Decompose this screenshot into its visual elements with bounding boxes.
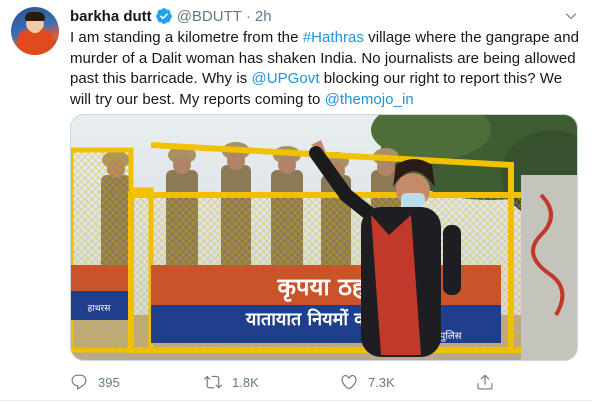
sign-line1-text: कृपया ठहर [276, 273, 375, 302]
retweet-button[interactable]: 1.8K [204, 373, 259, 391]
reply-count: 395 [98, 374, 120, 390]
tweet-text: I am standing a kilometre from the #Hath… [70, 28, 586, 110]
verified-badge-icon [155, 8, 172, 24]
tweet-photo[interactable]: कृपया ठहर यातायात नियमों का पाल आज्ञा से… [70, 114, 578, 361]
share-icon [477, 374, 493, 390]
tweet-timestamp[interactable]: 2h [255, 8, 272, 25]
author-handle[interactable]: @BDUTT [177, 8, 242, 25]
reply-icon [71, 374, 87, 390]
like-count: 7.3K [368, 374, 395, 390]
header-separator: · [245, 7, 251, 25]
reply-button[interactable]: 395 [70, 373, 120, 391]
retweet-icon [204, 375, 222, 389]
avatar-hair [25, 12, 45, 21]
mention-themojo-link[interactable]: @themojo_in [325, 91, 414, 108]
barricade-photo: कृपया ठहर यातायात नियमों का पाल आज्ञा से… [71, 115, 577, 360]
tweet-divider [0, 400, 592, 401]
author-avatar[interactable] [11, 7, 59, 55]
like-icon [341, 375, 357, 390]
share-button[interactable] [476, 373, 504, 391]
tweet-text-part: I am standing a kilometre from the [70, 29, 303, 46]
chevron-down-icon[interactable] [563, 8, 579, 24]
mention-upgovt-link[interactable]: @UPGovt [251, 70, 319, 87]
author-name[interactable]: barkha dutt [70, 8, 152, 25]
like-button[interactable]: 7.3K [340, 373, 395, 391]
sign-side-text: हाथरस [88, 304, 112, 314]
tweet-header: barkha dutt @BDUTT · 2h [70, 6, 272, 26]
hashtag-hathras-link[interactable]: #Hathras [303, 29, 364, 46]
retweet-count: 1.8K [232, 374, 259, 390]
tweet-card[interactable]: barkha dutt @BDUTT · 2h I am standing a … [0, 0, 592, 405]
